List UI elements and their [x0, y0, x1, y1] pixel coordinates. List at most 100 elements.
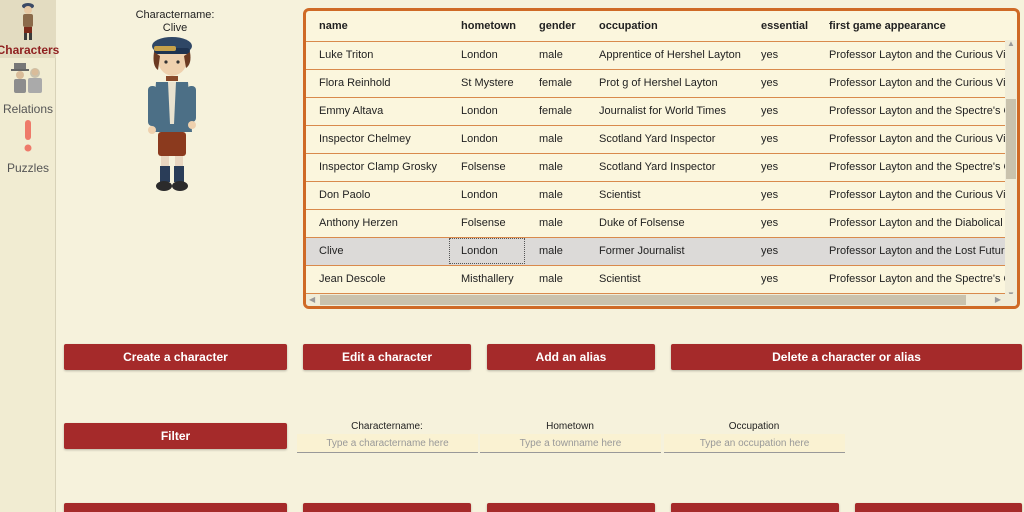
table-row[interactable]: Anthony Herzen Folsense male Duke of Fol… — [306, 209, 1017, 238]
cell-hometown[interactable]: London — [448, 237, 526, 266]
cell-occupation[interactable]: Prot g of Hershel Layton — [586, 69, 748, 98]
scroll-up-icon[interactable]: ▲ — [1007, 39, 1015, 48]
column-header-hometown[interactable]: hometown — [448, 11, 526, 42]
cell-gender[interactable]: male — [526, 181, 586, 210]
cell-name[interactable]: Inspector Clamp Grosky — [306, 153, 448, 182]
cell-occupation[interactable]: Journalist for World Times — [586, 97, 748, 126]
table-row[interactable]: Flora Reinhold St Mystere female Prot g … — [306, 69, 1017, 98]
cell-occupation[interactable]: Scotland Yard Inspector — [586, 125, 748, 154]
filter-hometown-label: Hometown — [546, 421, 594, 432]
column-header-occupation[interactable]: occupation — [586, 11, 748, 42]
cell-hometown[interactable]: Folsense — [448, 153, 526, 182]
cell-gender[interactable]: male — [526, 153, 586, 182]
cell-first-game[interactable]: Professor Layton and the Curious Villa — [816, 181, 1017, 210]
table-row-selected[interactable]: Clive London male Former Journalist yes … — [306, 237, 1017, 266]
vertical-scroll-thumb[interactable] — [1006, 99, 1016, 179]
cell-first-game[interactable]: Professor Layton and the Spectre's Ca — [816, 265, 1017, 294]
table-row[interactable]: Emmy Altava London female Journalist for… — [306, 97, 1017, 126]
cell-occupation[interactable]: Scotland Yard Inspector — [586, 153, 748, 182]
cell-hometown[interactable]: Folsense — [448, 209, 526, 238]
cell-gender[interactable]: male — [526, 209, 586, 238]
bottom-button-1[interactable] — [64, 503, 287, 512]
bottom-button-4[interactable] — [671, 503, 839, 512]
table-row[interactable]: Inspector Clamp Grosky Folsense male Sco… — [306, 153, 1017, 182]
cell-name[interactable]: Flora Reinhold — [306, 69, 448, 98]
cell-essential[interactable]: yes — [748, 237, 816, 266]
cell-name[interactable]: Inspector Chelmey — [306, 125, 448, 154]
cell-first-game[interactable]: Professor Layton and the Curious Villa — [816, 41, 1017, 70]
filter-hometown-input[interactable] — [480, 434, 661, 453]
bottom-button-3[interactable] — [487, 503, 655, 512]
table-row[interactable]: Inspector Chelmey London male Scotland Y… — [306, 125, 1017, 154]
filter-button[interactable]: Filter — [64, 423, 287, 449]
sidebar-item-relations[interactable]: Relations — [0, 60, 56, 116]
puzzle-icon — [24, 120, 32, 152]
cell-gender[interactable]: male — [526, 125, 586, 154]
scroll-right-icon[interactable]: ▶ — [995, 295, 1001, 304]
sidebar-item-characters[interactable]: Characters — [0, 0, 59, 58]
cell-first-game[interactable]: Professor Layton and the Diabolical B — [816, 209, 1017, 238]
filter-occupation-label: Occupation — [728, 421, 780, 432]
add-alias-button[interactable]: Add an alias — [487, 344, 655, 370]
cell-first-game[interactable]: Professor Layton and the Lost Future — [816, 237, 1017, 266]
create-character-button[interactable]: Create a character — [64, 344, 287, 370]
cell-essential[interactable]: yes — [748, 69, 816, 98]
cell-first-game[interactable]: Professor Layton and the Spectre's Ca — [816, 97, 1017, 126]
horizontal-scrollbar[interactable]: ◀ ▶ — [306, 294, 1017, 306]
cell-first-game[interactable]: Professor Layton and the Curious Villa — [816, 125, 1017, 154]
column-header-gender[interactable]: gender — [526, 11, 586, 42]
cell-occupation[interactable]: Duke of Folsense — [586, 209, 748, 238]
bottom-button-5[interactable] — [855, 503, 1022, 512]
table-row[interactable]: Don Paolo London male Scientist yes Prof… — [306, 181, 1017, 210]
filter-occupation-input[interactable] — [664, 434, 845, 453]
cell-occupation[interactable]: Scientist — [586, 265, 748, 294]
character-caption-value: Clive — [162, 22, 188, 34]
column-header-name[interactable]: name — [306, 11, 448, 42]
cell-occupation[interactable]: Scientist — [586, 181, 748, 210]
cell-name[interactable]: Clive — [306, 237, 448, 266]
character-caption: Charactername: Clive — [120, 9, 230, 35]
cell-first-game[interactable]: Professor Layton and the Spectre's Ca — [816, 153, 1017, 182]
cell-gender[interactable]: male — [526, 265, 586, 294]
cell-hometown[interactable]: London — [448, 41, 526, 70]
cell-gender[interactable]: female — [526, 97, 586, 126]
cell-essential[interactable]: yes — [748, 209, 816, 238]
cell-essential[interactable]: yes — [748, 265, 816, 294]
table-row[interactable]: Luke Triton London male Apprentice of He… — [306, 41, 1017, 70]
scroll-left-icon[interactable]: ◀ — [309, 295, 315, 304]
column-header-first-game-appearance[interactable]: first game appearance — [816, 11, 1017, 42]
cell-occupation[interactable]: Former Journalist — [586, 237, 748, 266]
delete-character-button[interactable]: Delete a character or alias — [671, 344, 1022, 370]
cell-hometown[interactable]: St Mystere — [448, 69, 526, 98]
cell-essential[interactable]: yes — [748, 153, 816, 182]
cell-essential[interactable]: yes — [748, 181, 816, 210]
vertical-scrollbar[interactable]: ▲ ▼ — [1005, 39, 1017, 299]
cell-gender[interactable]: female — [526, 69, 586, 98]
cell-gender[interactable]: male — [526, 41, 586, 70]
cell-name[interactable]: Emmy Altava — [306, 97, 448, 126]
bottom-button-2[interactable] — [303, 503, 471, 512]
cell-essential[interactable]: yes — [748, 41, 816, 70]
character-portrait — [148, 37, 196, 191]
column-header-essential[interactable]: essential — [748, 11, 816, 42]
cell-hometown[interactable]: London — [448, 97, 526, 126]
character-table[interactable]: name hometown gender occupation essentia… — [303, 8, 1020, 309]
edit-character-button[interactable]: Edit a character — [303, 344, 471, 370]
cell-essential[interactable]: yes — [748, 125, 816, 154]
cell-hometown[interactable]: London — [448, 181, 526, 210]
cell-hometown[interactable]: Misthallery — [448, 265, 526, 294]
cell-first-game[interactable]: Professor Layton and the Curious Villa — [816, 69, 1017, 98]
sidebar-item-label: Relations — [2, 102, 54, 116]
cell-name[interactable]: Don Paolo — [306, 181, 448, 210]
horizontal-scroll-thumb[interactable] — [320, 295, 966, 305]
sidebar-item-puzzles[interactable]: Puzzles — [0, 118, 56, 176]
cell-occupation[interactable]: Apprentice of Hershel Layton — [586, 41, 748, 70]
cell-essential[interactable]: yes — [748, 97, 816, 126]
cell-name[interactable]: Anthony Herzen — [306, 209, 448, 238]
cell-hometown[interactable]: London — [448, 125, 526, 154]
cell-name[interactable]: Jean Descole — [306, 265, 448, 294]
cell-name[interactable]: Luke Triton — [306, 41, 448, 70]
table-row[interactable]: Jean Descole Misthallery male Scientist … — [306, 265, 1017, 294]
cell-gender[interactable]: male — [526, 237, 586, 266]
filter-name-input[interactable] — [297, 434, 478, 453]
